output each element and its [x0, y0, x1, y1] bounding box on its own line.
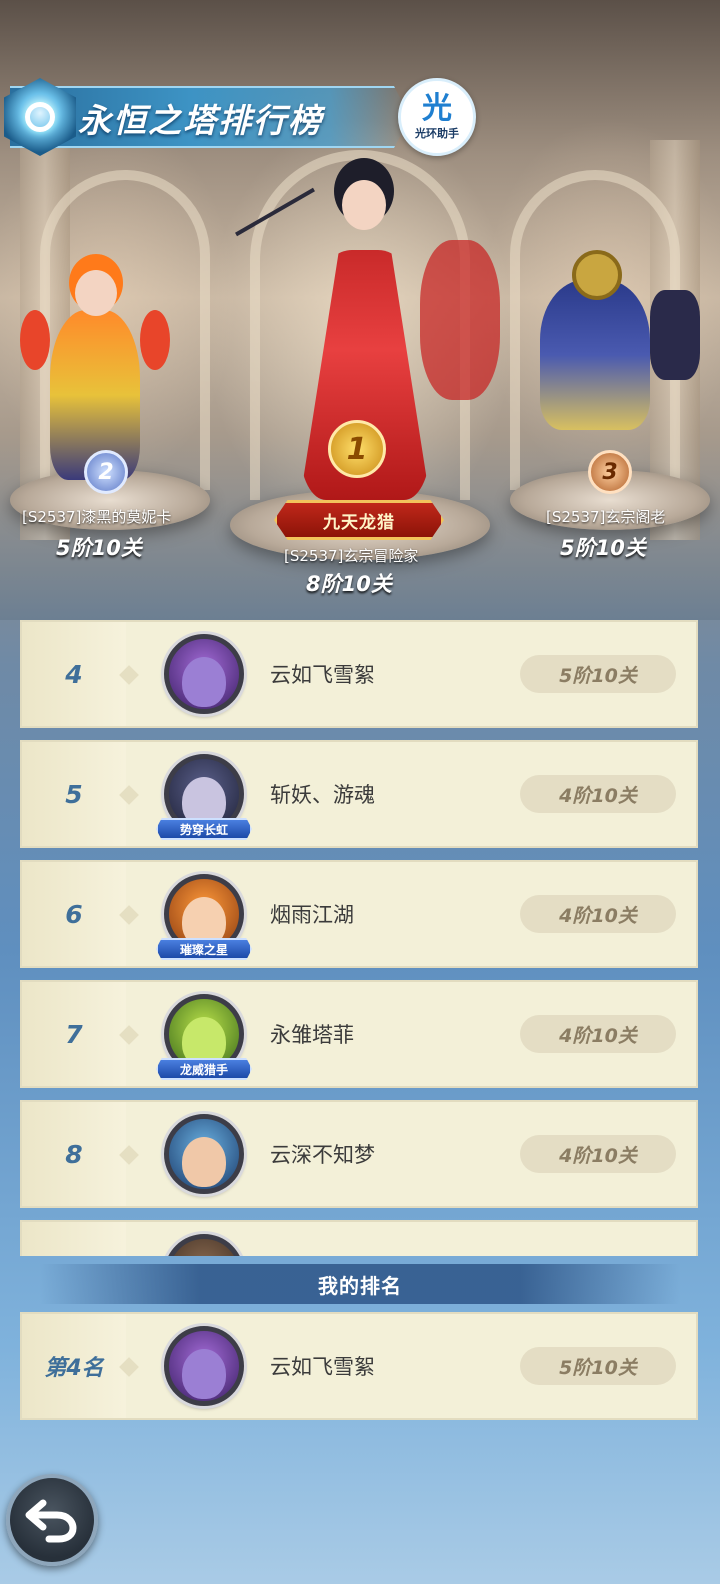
podium-second-name[interactable]: [S2537]漆黑的莫妮卡	[22, 506, 171, 527]
rank-number: 4	[22, 622, 139, 726]
back-button[interactable]	[6, 1474, 98, 1566]
page-title: 永恒之塔排行榜	[78, 101, 323, 140]
rank-row[interactable]: 7 龙威猎手 永雏塔菲 4阶10关	[20, 980, 698, 1088]
my-rank-number: 第4名	[22, 1314, 139, 1418]
rank-number: 5	[22, 742, 139, 846]
player-name: 永雏塔菲	[270, 1023, 354, 1047]
rank-number: 7	[22, 982, 139, 1086]
helper-badge-glyph: 光	[422, 91, 452, 126]
avatar[interactable]	[154, 1104, 254, 1204]
rank-row[interactable]: 5 势穿长虹 斩妖、游魂 4阶10关	[20, 740, 698, 848]
podium-first-name[interactable]: [S2537]玄宗冒险家	[284, 545, 418, 566]
avatar[interactable]	[154, 624, 254, 724]
player-name: 斩妖、游魂	[270, 783, 375, 807]
my-rank-header: 我的排名	[40, 1264, 680, 1304]
player-name: 云如飞雪絮	[270, 663, 375, 687]
my-rank-row[interactable]: 第4名 云如飞雪絮 5阶10关	[20, 1312, 698, 1420]
podium-first-score: 8阶10关	[306, 572, 392, 596]
rank-number	[22, 1222, 126, 1256]
avatar[interactable]: 璀璨之星	[154, 864, 254, 964]
score-pill: 5阶10关	[520, 1347, 676, 1385]
player-name: 云如飞雪絮	[270, 1355, 375, 1379]
rank-3-medal: 3	[588, 450, 632, 494]
rank-row[interactable]: 8 云深不知梦 4阶10关	[20, 1100, 698, 1208]
rank-row[interactable]: 4 云如飞雪絮 5阶10关	[20, 620, 698, 728]
score-pill: 4阶10关	[520, 775, 676, 813]
champion-title-plate: 九天龙猎	[274, 500, 444, 540]
rank-1-medal: 1	[328, 420, 386, 478]
score-pill: 4阶10关	[520, 895, 676, 933]
rank-list[interactable]: 4 云如飞雪絮 5阶10关 5 势穿长虹 斩妖、游魂 4阶10关 6 璀璨之星 …	[20, 620, 698, 1256]
rank-2-medal: 2	[84, 450, 128, 494]
avatar-frame-tag: 势穿长虹	[156, 818, 252, 840]
podium-second-score: 5阶10关	[56, 536, 142, 560]
back-arrow-icon	[25, 1499, 77, 1543]
player-name: 烟雨江湖	[270, 903, 354, 927]
podium-third-score: 5阶10关	[560, 536, 646, 560]
rank-row[interactable]: 6 璀璨之星 烟雨江湖 4阶10关	[20, 860, 698, 968]
character-third	[500, 220, 710, 480]
rank-row-partial[interactable]	[20, 1220, 698, 1256]
helper-badge[interactable]: 光 光环助手	[398, 78, 476, 156]
avatar-frame-tag: 龙威猎手	[156, 1058, 252, 1080]
rank-number: 8	[22, 1102, 139, 1206]
score-pill: 5阶10关	[520, 655, 676, 693]
avatar[interactable]: 龙威猎手	[154, 984, 254, 1084]
score-pill: 4阶10关	[520, 1135, 676, 1173]
avatar[interactable]: 势穿长虹	[154, 744, 254, 844]
podium-third-name[interactable]: [S2537]玄宗阁老	[546, 506, 665, 527]
score-pill: 4阶10关	[520, 1015, 676, 1053]
avatar[interactable]	[154, 1316, 254, 1416]
player-name: 云深不知梦	[270, 1143, 375, 1167]
avatar[interactable]	[154, 1224, 254, 1256]
helper-badge-label: 光环助手	[415, 127, 459, 140]
rank-number: 6	[22, 862, 139, 966]
avatar-frame-tag: 璀璨之星	[156, 938, 252, 960]
